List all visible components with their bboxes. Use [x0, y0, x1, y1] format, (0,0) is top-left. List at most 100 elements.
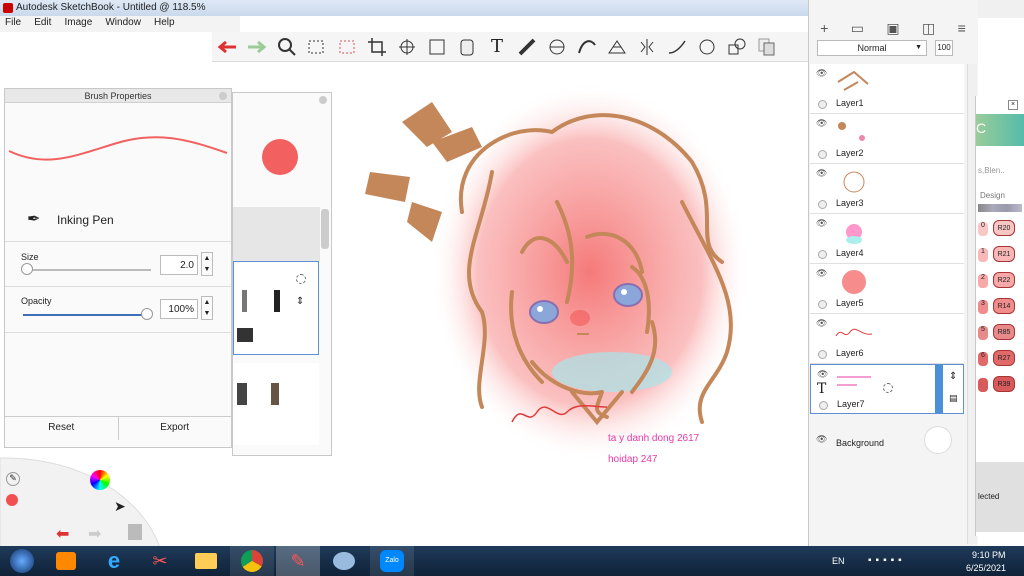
ellipse-guide-icon[interactable] [542, 32, 572, 62]
background-row[interactable]: 👁 Background [810, 416, 964, 466]
lagoon-undo-icon[interactable]: ⬅ [56, 524, 69, 544]
panel-close-icon[interactable]: × [1008, 100, 1018, 110]
eye-icon[interactable]: 👁 [816, 218, 827, 229]
french-curve-icon[interactable] [572, 32, 602, 62]
layer-row[interactable]: 👁 Layer2 [810, 114, 964, 164]
distort-icon[interactable] [422, 32, 452, 62]
copic-swatch[interactable]: R21 [993, 246, 1015, 262]
copic-swatch[interactable]: R39 [993, 376, 1015, 392]
crop-icon[interactable] [362, 32, 392, 62]
copic-swatch[interactable]: R14 [993, 298, 1015, 314]
stroke-icon[interactable] [662, 32, 692, 62]
ie-icon[interactable]: e [92, 546, 136, 576]
copic-swatch[interactable]: R27 [993, 350, 1015, 366]
copic-design-tab[interactable]: Design [980, 191, 1005, 200]
blend-mode-select[interactable]: Normal ▼ [817, 40, 927, 56]
start-button[interactable] [0, 546, 44, 576]
eye-icon[interactable]: 👁 [816, 68, 827, 79]
lagoon-redo-icon[interactable]: ➡ [88, 524, 101, 544]
clock-time[interactable]: 9:10 PM [972, 550, 1006, 560]
copic-swatch[interactable]: R22 [993, 272, 1015, 288]
size-field[interactable]: 2.0 [160, 255, 198, 275]
opacity-stepper[interactable]: ▲ ▼ [201, 296, 213, 320]
layer-row[interactable]: 👁 Layer6 [810, 314, 964, 364]
menu-edit[interactable]: Edit [29, 16, 56, 29]
layer-row[interactable]: 👁 Layer5 [810, 264, 964, 314]
opacity-slider[interactable] [23, 314, 151, 316]
symmetry-icon[interactable] [632, 32, 662, 62]
copic-search[interactable]: s,Blen.. [978, 166, 1005, 175]
paint-icon[interactable] [322, 546, 366, 576]
transform-icon[interactable] [392, 32, 422, 62]
ink-brush-icon[interactable] [271, 383, 279, 405]
explorer-icon[interactable] [184, 546, 228, 576]
layer-scroll-bar[interactable] [935, 365, 943, 413]
copic-swatch[interactable]: R85 [993, 324, 1015, 340]
lagoon-copy-icon[interactable] [128, 524, 142, 540]
opacity-field[interactable]: 100% [160, 299, 198, 319]
copy-icon[interactable] [752, 32, 782, 62]
menu-file[interactable]: File [0, 16, 26, 29]
shapes-icon[interactable] [722, 32, 752, 62]
current-color-swatch[interactable] [262, 139, 298, 175]
layer-radio[interactable] [819, 401, 828, 410]
airbrush-icon[interactable] [237, 383, 247, 405]
eye-icon[interactable]: 👁 [816, 268, 827, 279]
tray-icons[interactable]: ▪▪▪▪▪ [868, 555, 906, 566]
canvas[interactable] [332, 62, 808, 546]
layer-radio[interactable] [818, 250, 827, 259]
eye-icon[interactable]: 👁 [817, 369, 828, 380]
pen-brush-icon[interactable] [274, 290, 280, 312]
brush-row-2[interactable] [233, 363, 319, 445]
color-dot-icon[interactable] [6, 494, 18, 506]
menu-help[interactable]: Help [149, 16, 180, 29]
size-slider-thumb[interactable] [21, 263, 33, 275]
layer-radio[interactable] [818, 150, 827, 159]
panel-close-icon[interactable] [219, 92, 227, 100]
undo-icon[interactable] [212, 32, 242, 62]
add-layer-icon[interactable]: + [820, 20, 828, 36]
redo-icon[interactable] [242, 32, 272, 62]
layer-options-icon[interactable]: ▤ [949, 393, 958, 404]
color-wheel-icon[interactable] [90, 470, 110, 490]
layer-menu-icon[interactable]: ≡ [958, 20, 966, 36]
zalo-icon[interactable]: Zalo [370, 546, 414, 576]
chrome-icon[interactable] [230, 546, 274, 576]
sketchbook-icon[interactable]: ✎ [276, 546, 320, 576]
layer-opacity-field[interactable]: 100 [935, 40, 953, 56]
export-button[interactable]: Export [119, 417, 232, 440]
add-group-icon[interactable]: ▭ [851, 20, 864, 37]
layer-row[interactable]: 👁 Layer1 [810, 64, 964, 114]
clear-layer-icon[interactable]: ◫ [922, 20, 935, 37]
size-slider[interactable] [23, 269, 151, 271]
language-indicator[interactable]: EN [832, 556, 845, 566]
fill-icon[interactable] [452, 32, 482, 62]
eye-icon[interactable]: 👁 [816, 318, 827, 329]
layer-row[interactable]: 👁 Layer3 [810, 164, 964, 214]
brush-grid[interactable]: ⇕ [233, 261, 319, 355]
copic-swatch[interactable]: R20 [993, 220, 1015, 236]
pencil-brush-icon[interactable] [242, 290, 247, 312]
lagoon-select-icon[interactable]: ➤ [114, 498, 126, 515]
select-icon[interactable] [302, 32, 332, 62]
reset-button[interactable]: Reset [5, 417, 119, 440]
circle-icon[interactable] [692, 32, 722, 62]
layer-row[interactable]: 👁 Layer4 [810, 214, 964, 264]
text-icon[interactable]: T [482, 32, 512, 62]
perspective-icon[interactable] [602, 32, 632, 62]
ruler-icon[interactable] [512, 32, 542, 62]
background-color-swatch[interactable] [924, 426, 952, 454]
layer-radio[interactable] [818, 200, 827, 209]
add-image-icon[interactable]: ▣ [886, 20, 899, 37]
pen-tool-icon[interactable]: ✎ [6, 472, 20, 486]
menu-image[interactable]: Image [59, 16, 97, 29]
zoom-icon[interactable] [272, 32, 302, 62]
snipping-tool-icon[interactable]: ✂ [138, 546, 182, 576]
lasso-icon[interactable] [332, 32, 362, 62]
eye-icon[interactable]: 👁 [816, 168, 827, 179]
layer-radio[interactable] [818, 300, 827, 309]
layer-radio[interactable] [818, 100, 827, 109]
marker-brush-icon[interactable] [237, 328, 253, 342]
move-layer-icon[interactable]: ⇕ [949, 371, 957, 382]
media-player-icon[interactable] [44, 546, 88, 576]
